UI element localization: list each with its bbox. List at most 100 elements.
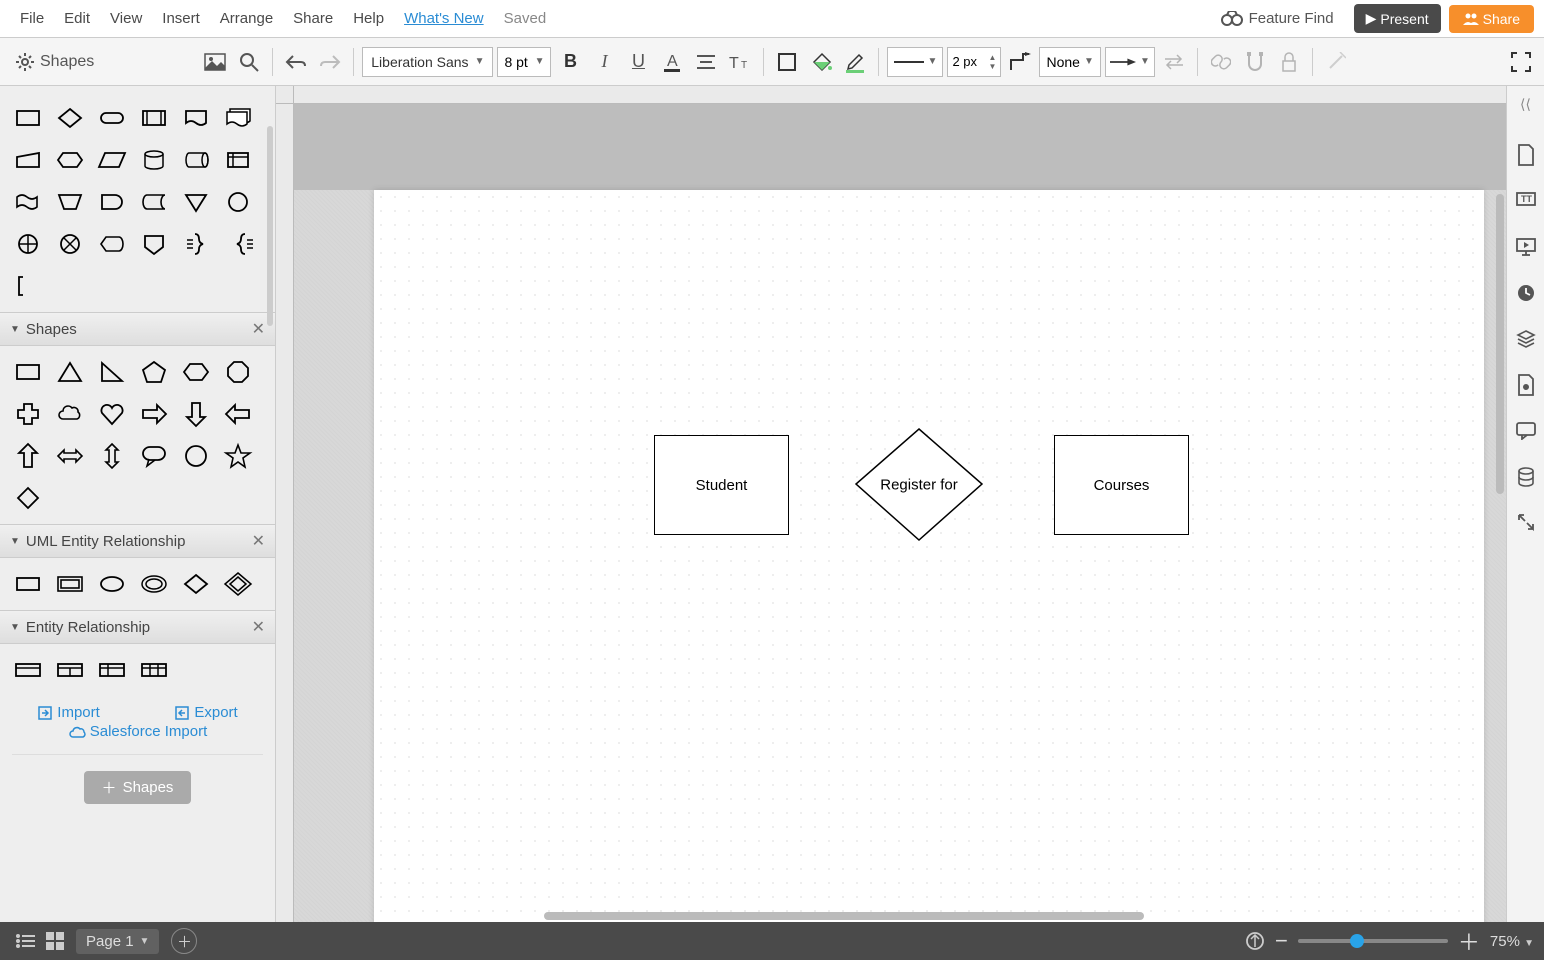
arrow-start-select[interactable]: None ▼ bbox=[1039, 47, 1100, 77]
uml-er-header[interactable]: ▼ UML Entity Relationship ✕ bbox=[0, 524, 275, 558]
shapes-section-header[interactable]: ▼ Shapes ✕ bbox=[0, 312, 275, 346]
present-button[interactable]: ▶ Present bbox=[1354, 4, 1441, 33]
line-style-select[interactable]: ▼ bbox=[887, 47, 943, 77]
dock-master-icon[interactable] bbox=[1512, 371, 1540, 399]
dock-data-icon[interactable] bbox=[1512, 463, 1540, 491]
document-page[interactable]: Student Register for Courses bbox=[374, 190, 1484, 922]
dock-present-icon[interactable] bbox=[1512, 233, 1540, 261]
shape-delay[interactable] bbox=[94, 184, 130, 220]
font-select[interactable]: Liberation Sans ▼ bbox=[362, 47, 493, 77]
shape-manual-op[interactable] bbox=[52, 184, 88, 220]
shape-decision[interactable] bbox=[52, 100, 88, 136]
shapes-toggle[interactable]: Shapes bbox=[8, 53, 102, 71]
shape-merge[interactable] bbox=[178, 184, 214, 220]
shape-display[interactable] bbox=[94, 226, 130, 262]
shape-arrow-ud[interactable] bbox=[94, 438, 130, 474]
menu-insert[interactable]: Insert bbox=[152, 10, 210, 27]
grid-view-button[interactable] bbox=[40, 928, 70, 954]
border-color-button[interactable] bbox=[840, 47, 870, 77]
bold-button[interactable]: B bbox=[555, 47, 585, 77]
shape-callout[interactable] bbox=[136, 438, 172, 474]
shape-er-table1[interactable] bbox=[10, 652, 46, 688]
canvas-viewport[interactable]: Student Register for Courses bbox=[294, 104, 1506, 922]
collapse-dock-button[interactable]: ⟨⟨ bbox=[1520, 92, 1531, 123]
shape-stored-data[interactable] bbox=[136, 184, 172, 220]
close-icon[interactable]: ✕ bbox=[252, 319, 265, 339]
shape-or[interactable] bbox=[10, 226, 46, 262]
dock-history-icon[interactable] bbox=[1512, 279, 1540, 307]
shape-arrow-left[interactable] bbox=[220, 396, 256, 432]
undo-button[interactable] bbox=[281, 47, 311, 77]
shape-paper-tape[interactable] bbox=[10, 184, 46, 220]
line-route-button[interactable] bbox=[1005, 47, 1035, 77]
menu-whats-new[interactable]: What's New bbox=[394, 10, 494, 27]
close-icon[interactable]: ✕ bbox=[252, 531, 265, 551]
export-link[interactable]: Export bbox=[174, 704, 237, 721]
shape-octagon[interactable] bbox=[220, 354, 256, 390]
shape-brace-right[interactable] bbox=[178, 226, 214, 262]
feature-find[interactable]: Feature Find bbox=[1211, 10, 1344, 27]
shape-note[interactable] bbox=[10, 268, 46, 304]
shape-off-page[interactable] bbox=[136, 226, 172, 262]
italic-button[interactable]: I bbox=[589, 47, 619, 77]
lock-button[interactable] bbox=[1274, 47, 1304, 77]
canvas-scrollbar-h[interactable] bbox=[544, 912, 1144, 920]
shape-preparation[interactable] bbox=[52, 142, 88, 178]
menu-edit[interactable]: Edit bbox=[54, 10, 100, 27]
shape-brace-left[interactable] bbox=[220, 226, 256, 262]
shape-heart[interactable] bbox=[94, 396, 130, 432]
dock-actions-icon[interactable] bbox=[1512, 509, 1540, 537]
zoom-in-button[interactable]: ＋ bbox=[1458, 925, 1480, 957]
shape-rectangle[interactable] bbox=[10, 354, 46, 390]
er-header[interactable]: ▼ Entity Relationship ✕ bbox=[0, 610, 275, 644]
swap-arrows-button[interactable] bbox=[1159, 47, 1189, 77]
shape-arrow-right[interactable] bbox=[136, 396, 172, 432]
entity-courses[interactable]: Courses bbox=[1054, 435, 1189, 535]
link-button[interactable] bbox=[1206, 47, 1236, 77]
shape-er-entity[interactable] bbox=[10, 566, 46, 602]
shape-document[interactable] bbox=[178, 100, 214, 136]
panel-scrollbar[interactable] bbox=[267, 126, 273, 326]
shape-internal-storage[interactable] bbox=[220, 142, 256, 178]
dock-chat-icon[interactable] bbox=[1512, 417, 1540, 445]
shape-direct-data[interactable] bbox=[178, 142, 214, 178]
font-size-select[interactable]: 8 pt ▼ bbox=[497, 47, 551, 77]
shape-process[interactable] bbox=[10, 100, 46, 136]
shape-summing[interactable] bbox=[52, 226, 88, 262]
page-tab[interactable]: Page 1 ▼ bbox=[76, 929, 159, 954]
shape-hexagon[interactable] bbox=[178, 354, 214, 390]
open-shapes-button[interactable]: ＋ Shapes bbox=[84, 771, 192, 804]
search-tool[interactable] bbox=[234, 47, 264, 77]
shape-arrow-down[interactable] bbox=[178, 396, 214, 432]
dock-page-icon[interactable] bbox=[1512, 141, 1540, 169]
menu-view[interactable]: View bbox=[100, 10, 152, 27]
dock-layers-icon[interactable] bbox=[1512, 325, 1540, 353]
dock-comment-icon[interactable]: TT bbox=[1512, 187, 1540, 215]
underline-button[interactable]: U bbox=[623, 47, 653, 77]
image-tool[interactable] bbox=[200, 47, 230, 77]
shape-er-multival[interactable] bbox=[136, 566, 172, 602]
fill-button[interactable] bbox=[772, 47, 802, 77]
shape-star[interactable] bbox=[220, 438, 256, 474]
shape-triangle[interactable] bbox=[52, 354, 88, 390]
shape-er-attribute[interactable] bbox=[94, 566, 130, 602]
shape-arrow-up[interactable] bbox=[10, 438, 46, 474]
shape-circle[interactable] bbox=[178, 438, 214, 474]
add-page-button[interactable]: ＋ bbox=[171, 928, 197, 954]
shape-er-table3[interactable] bbox=[94, 652, 130, 688]
fullscreen-button[interactable] bbox=[1506, 47, 1536, 77]
import-link[interactable]: Import bbox=[37, 704, 100, 721]
zoom-out-button[interactable]: − bbox=[1275, 928, 1288, 954]
shape-cloud[interactable] bbox=[52, 396, 88, 432]
shape-er-weak-entity[interactable] bbox=[52, 566, 88, 602]
wand-button[interactable] bbox=[1321, 47, 1351, 77]
salesforce-import-link[interactable]: Salesforce Import bbox=[0, 723, 275, 748]
menu-help[interactable]: Help bbox=[343, 10, 394, 27]
zoom-thumb[interactable] bbox=[1350, 934, 1364, 948]
shape-data[interactable] bbox=[94, 142, 130, 178]
menu-share[interactable]: Share bbox=[283, 10, 343, 27]
shape-er-table4[interactable] bbox=[136, 652, 172, 688]
line-width-select[interactable]: 2 px ▲▼ bbox=[947, 47, 1001, 77]
menu-file[interactable]: File bbox=[10, 10, 54, 27]
menu-arrange[interactable]: Arrange bbox=[210, 10, 283, 27]
